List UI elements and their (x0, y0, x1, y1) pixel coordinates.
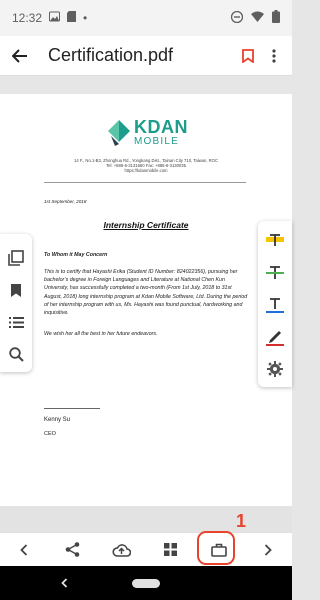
more-vert-icon (272, 48, 276, 63)
share-icon (66, 542, 80, 557)
underline-tool-button[interactable] (258, 289, 292, 321)
wifi-icon (251, 11, 264, 25)
chevron-left-icon (20, 543, 28, 556)
system-nav-bar (0, 566, 292, 600)
strikethrough-text-icon (266, 266, 284, 279)
next-button[interactable] (251, 533, 285, 567)
address-line-3: https://kdanmobile.com (124, 168, 168, 173)
pen-tool-button[interactable] (258, 321, 292, 353)
status-time: 12:32 (12, 11, 43, 25)
list-icon (8, 316, 24, 328)
page-grid-button[interactable] (153, 533, 187, 567)
notification-dot: • (83, 11, 88, 25)
settings-button[interactable] (258, 353, 292, 385)
right-toolbar (258, 221, 292, 387)
logo-sub-text: MOBILE (134, 136, 179, 147)
battery-icon (272, 10, 280, 26)
signer-name: Kenny Su (44, 417, 71, 423)
cloud-upload-icon (112, 543, 132, 557)
arrow-left-icon (12, 48, 27, 63)
left-toolbar (0, 234, 32, 372)
signer-role: CEO (44, 431, 56, 437)
nav-back-icon (60, 578, 67, 588)
kdan-logo-icon (108, 119, 130, 146)
highlight-text-icon (266, 234, 284, 246)
copy-pages-icon (8, 250, 24, 266)
company-logo: KDAN MOBILE (108, 118, 188, 147)
system-back-button[interactable] (56, 575, 72, 591)
document-title: Certification.pdf (48, 45, 174, 65)
gear-icon (267, 361, 283, 377)
minus-circle-icon (230, 10, 244, 26)
share-button[interactable] (56, 533, 90, 567)
grid-icon (163, 543, 177, 556)
previous-button[interactable] (7, 533, 41, 567)
highlight-ring-annotation (197, 531, 235, 565)
annotation-number: 1 (236, 511, 247, 531)
certificate-title: Internship Certificate (103, 220, 189, 230)
highlight-tool-button[interactable] (258, 225, 292, 257)
signature-line (44, 408, 100, 409)
search-button[interactable] (0, 338, 32, 370)
header-divider (44, 182, 246, 183)
closing-line: We wish her all the best in her future e… (44, 331, 158, 337)
bookmark-filled-icon (11, 283, 21, 297)
strikethrough-tool-button[interactable] (258, 257, 292, 289)
document-date: 1st September, 2018 (44, 199, 87, 204)
bottom-toolbar (0, 532, 292, 566)
outline-button[interactable] (0, 306, 32, 338)
system-home-button[interactable] (132, 579, 160, 588)
pen-icon (266, 330, 284, 346)
page-gap (0, 506, 292, 532)
screenshot-icon (49, 11, 61, 25)
underline-text-icon (266, 297, 284, 313)
app-bar: Certification.pdf (0, 36, 292, 76)
cloud-sync-button[interactable] (105, 533, 139, 567)
sd-card-icon (67, 11, 77, 25)
thumbnails-button[interactable] (0, 242, 32, 274)
chevron-right-icon (264, 543, 272, 556)
bookmarks-list-button[interactable] (0, 274, 32, 306)
bookmark-button[interactable] (234, 36, 262, 76)
status-bar: 12:32 • (0, 0, 292, 36)
search-icon (8, 346, 24, 362)
more-options-button[interactable] (262, 36, 286, 76)
bookmark-icon (242, 48, 254, 63)
certificate-body: This is to certify that Hayashi Erika (S… (44, 269, 248, 317)
logo-brand-text: KDAN (134, 117, 188, 137)
salutation: To Whom it May Concern (44, 252, 108, 258)
back-button[interactable] (0, 36, 40, 76)
